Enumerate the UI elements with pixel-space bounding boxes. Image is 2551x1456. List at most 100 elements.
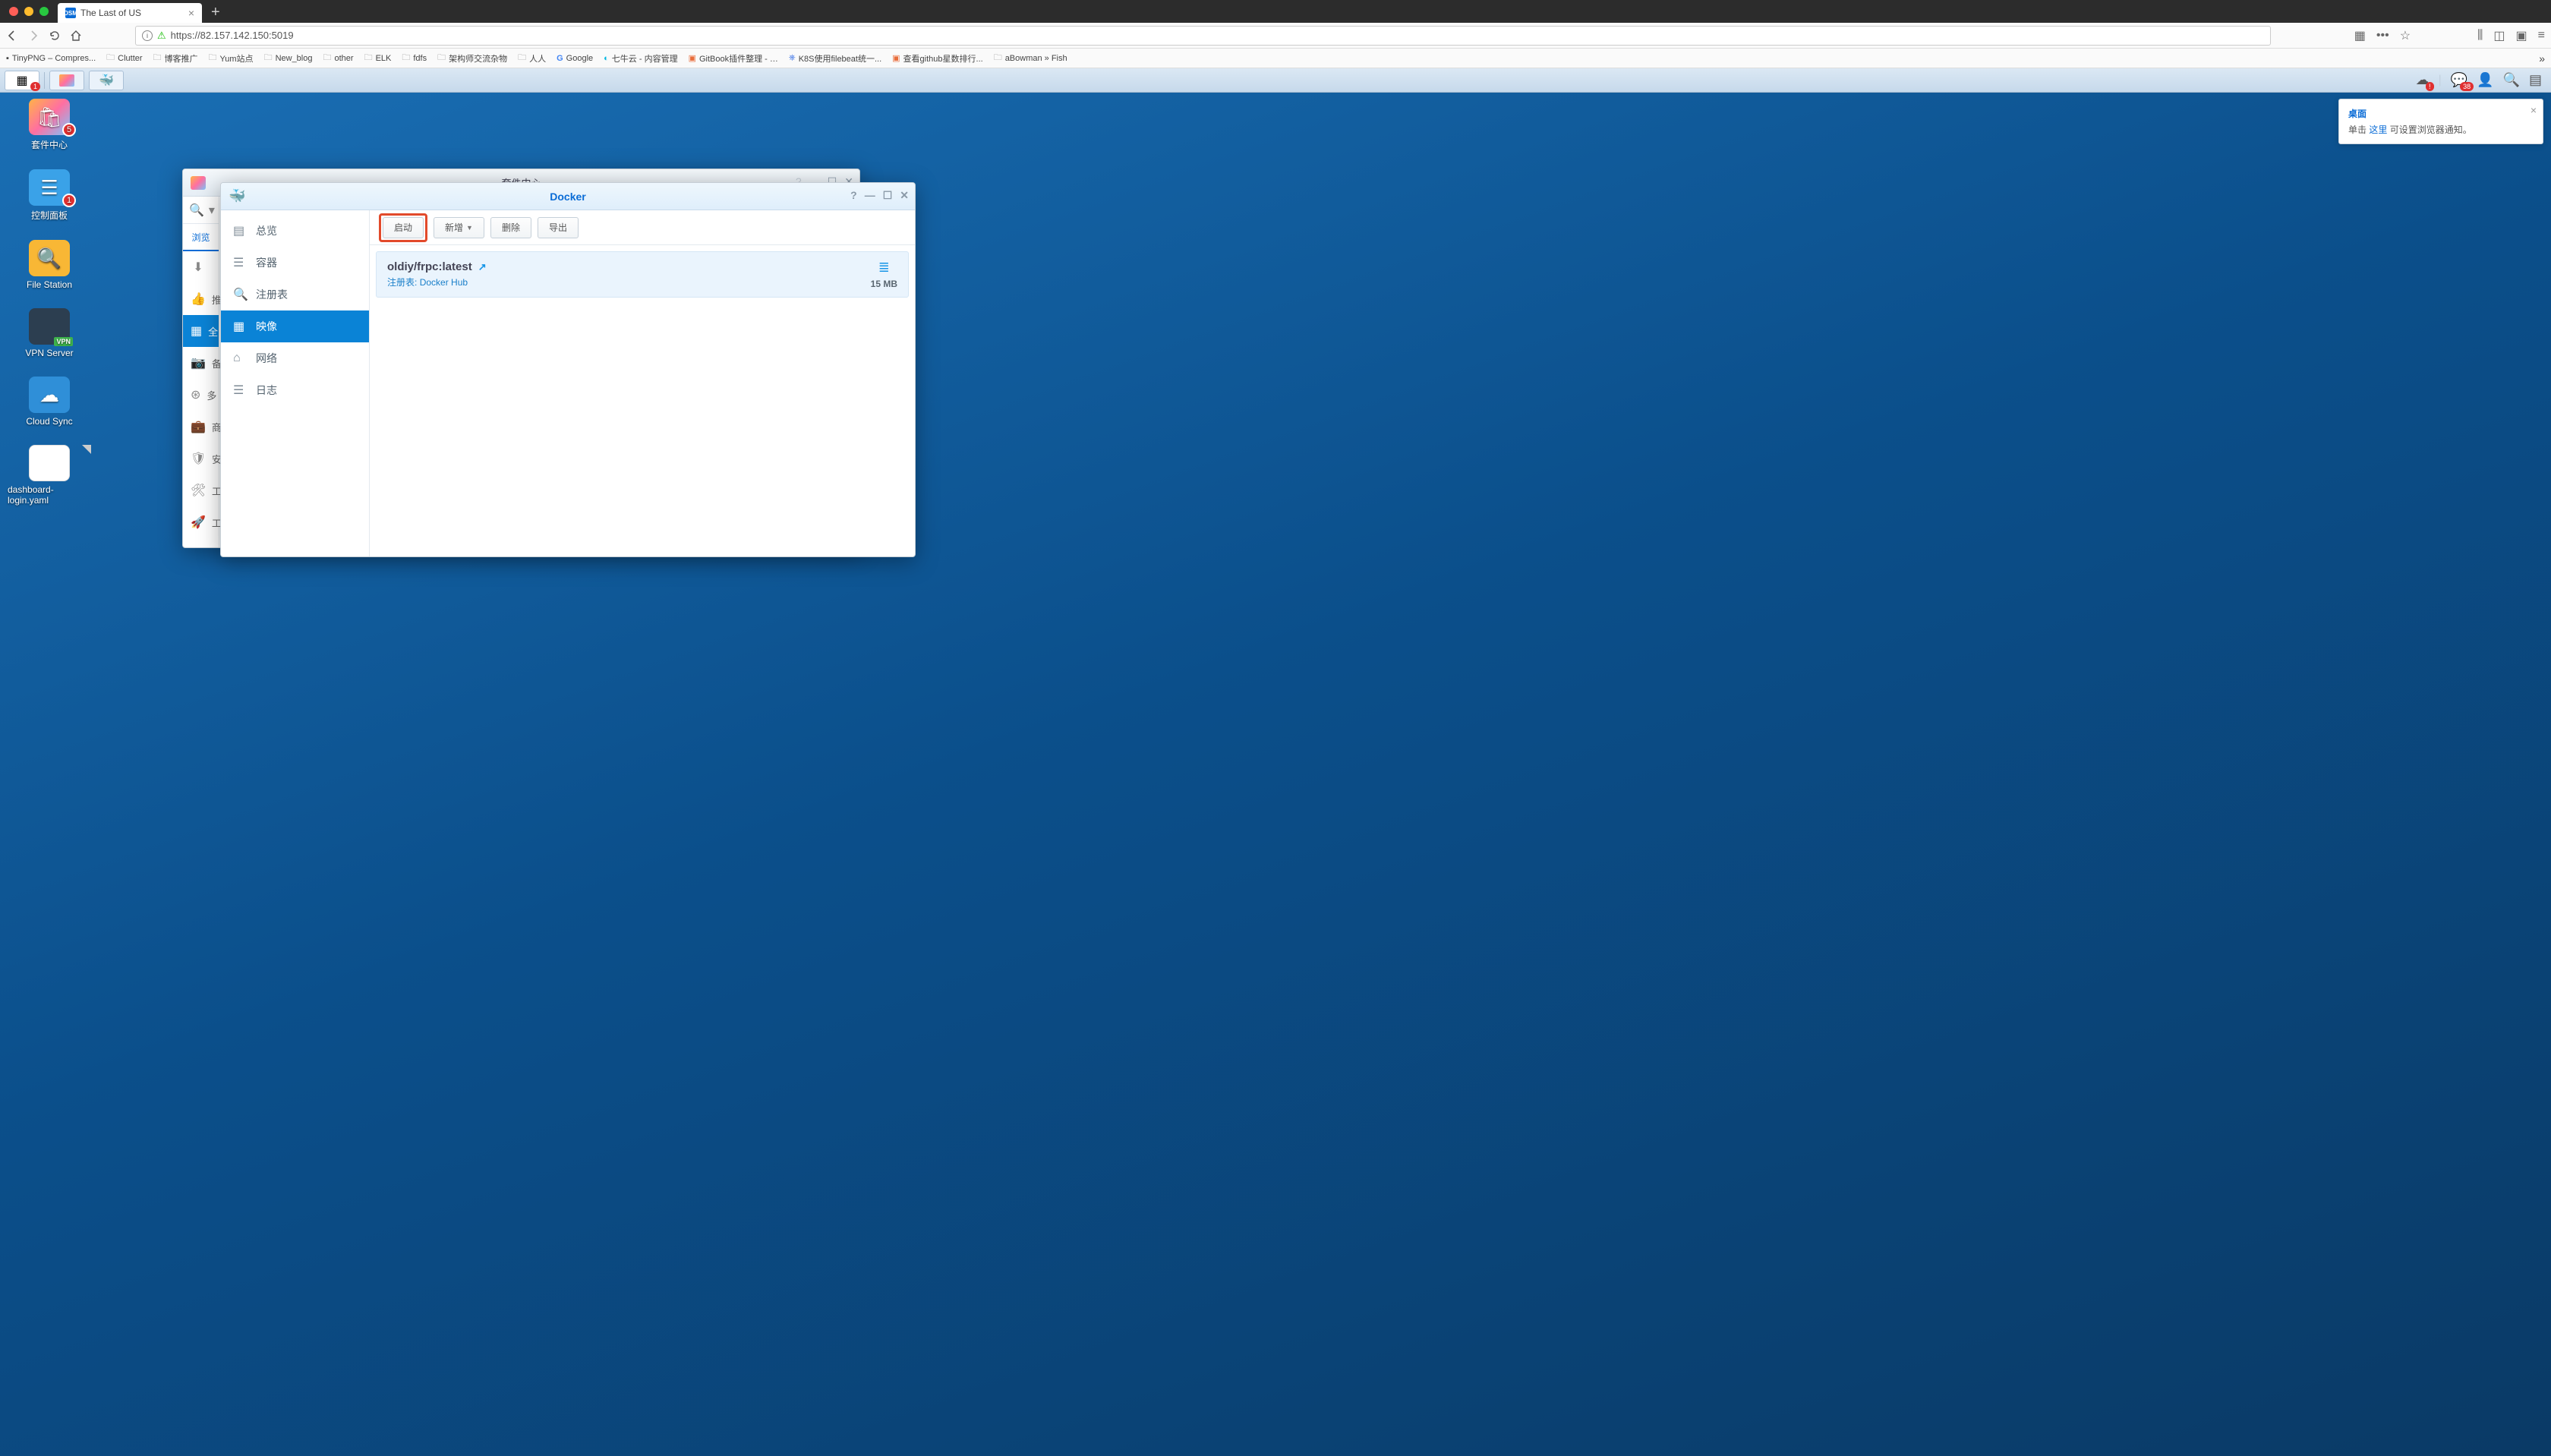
browser-tab[interactable]: DSM The Last of US × [58, 3, 202, 23]
desktop-icon-file-station[interactable]: 🔍 File Station [8, 240, 91, 290]
icon-label: Cloud Sync [26, 416, 72, 427]
delete-button[interactable]: 删除 [490, 217, 531, 238]
qr-icon[interactable]: ▦ [2354, 28, 2366, 43]
bookmark-item[interactable]: 🗀other [323, 51, 353, 65]
image-row[interactable]: oldiy/frpc:latest ↗ 注册表: Docker Hub ≣ [376, 251, 909, 298]
bookmark-item[interactable]: ◐七牛云 - 内容管理 [604, 52, 677, 65]
widgets-icon[interactable]: ▤ [2529, 72, 2542, 88]
forward-icon[interactable] [27, 30, 39, 42]
category-security[interactable]: 🛡安 [183, 443, 219, 474]
desktop-icon-file[interactable]: dashboard-login.yaml [8, 445, 91, 506]
icon-label: 控制面板 [31, 209, 68, 222]
desktop-icon-cloud-sync[interactable]: ☁ Cloud Sync [8, 377, 91, 427]
category-download[interactable]: ⬇ [183, 251, 219, 283]
external-link-icon[interactable]: ↗ [478, 261, 487, 273]
user-icon[interactable]: 👤 [2477, 72, 2493, 88]
bookmark-item[interactable]: ▪TinyPNG – Compres... [6, 54, 96, 63]
window-traffic-lights [5, 7, 53, 16]
category-multimedia[interactable]: ⊛多 [183, 379, 219, 411]
library-icon[interactable]: ⫼ [2477, 29, 2483, 43]
cloud-alert-icon[interactable]: ☁! [2416, 72, 2430, 88]
notif-text: 单击 [2348, 124, 2369, 135]
category-utilities[interactable]: 🛠工 [183, 474, 219, 506]
desktop-icon-control-panel[interactable]: ☰ 1 控制面板 [8, 169, 91, 222]
address-bar[interactable]: i ⚠ https://82.157.142.150:5019 [135, 26, 2271, 46]
window-minimize-icon[interactable]: — [865, 189, 875, 202]
desktop-notification: × 桌面 单击 这里 可设置浏览器通知。 [2338, 99, 2543, 144]
extensions-icon[interactable]: ▣ [2516, 28, 2527, 43]
back-icon[interactable] [6, 30, 18, 42]
sidebar-item-image[interactable]: ▦ 映像 [221, 310, 369, 342]
new-tab-button[interactable]: + [207, 4, 225, 21]
category-backup[interactable]: 📷备 [183, 347, 219, 379]
window-close-icon[interactable]: ✕ [900, 189, 909, 202]
export-button[interactable]: 导出 [538, 217, 579, 238]
desktop-icon-vpn-server[interactable]: VPN VPN Server [8, 308, 91, 358]
add-button[interactable]: 新增 ▼ [434, 217, 484, 238]
search-icon[interactable]: 🔍 [2503, 72, 2520, 88]
sidebar-icon[interactable]: ◫ [2493, 28, 2505, 43]
taskbar-app-package[interactable] [49, 71, 84, 90]
bookmark-item[interactable]: ⎈K8S使用filebeat统一... [789, 52, 881, 65]
sidebar-item-network[interactable]: ⌂ 网络 [221, 342, 369, 374]
bookmark-item[interactable]: 🗀aBowman » Fish [994, 51, 1067, 65]
window-maximize-icon[interactable]: ☐ [883, 189, 893, 202]
bookmark-item[interactable]: 🗀fdfs [402, 51, 427, 65]
bookmark-label: aBowman » Fish [1005, 54, 1067, 63]
home-icon[interactable] [70, 30, 82, 42]
category-recommend[interactable]: 👍推 [183, 283, 219, 315]
media-icon: ⊛ [191, 387, 200, 402]
folder-icon: 🗀 [264, 51, 273, 65]
taskbar-app-docker[interactable]: 🐳 [89, 71, 124, 90]
bookmark-item[interactable]: 🗀Clutter [106, 51, 142, 65]
badge: 5 [62, 123, 76, 137]
reload-icon[interactable] [49, 30, 61, 42]
category-all[interactable]: ▦全 [183, 315, 219, 347]
window-help-icon[interactable]: ? [850, 189, 857, 202]
desktop-icon-package-center[interactable]: 🛍 5 套件中心 [8, 99, 91, 151]
package-search[interactable]: 🔍▾ [183, 197, 219, 224]
menu-icon[interactable]: ≡ [2538, 29, 2545, 43]
close-icon[interactable]: × [2531, 104, 2537, 116]
site-info-icon[interactable]: i [142, 30, 153, 41]
sidebar-item-label: 注册表 [256, 287, 288, 302]
shield-icon: 🛡 [191, 451, 206, 466]
folder-icon: 🗀 [518, 51, 526, 65]
page-actions-icon[interactable]: ••• [2376, 29, 2389, 43]
tab-close-icon[interactable]: × [188, 7, 194, 19]
tab-browse[interactable]: 浏览 [183, 224, 219, 251]
chat-icon[interactable]: 💬38 [2451, 72, 2467, 88]
bookmarks-overflow-icon[interactable]: » [2539, 52, 2545, 65]
folder-icon: 🗀 [402, 51, 410, 65]
registry-link[interactable]: Docker Hub [420, 277, 468, 288]
bookmark-item[interactable]: 🗀人人 [518, 51, 546, 65]
window-zoom-dot[interactable] [39, 7, 49, 16]
bookmark-star-icon[interactable]: ☆ [2400, 28, 2411, 43]
bookmark-item[interactable]: ▣查看github星数排行... [892, 52, 983, 65]
notification-link[interactable]: 这里 [2369, 124, 2387, 135]
notification-title: 桌面 [2348, 107, 2534, 120]
window-titlebar[interactable]: 🐳 Docker ? — ☐ ✕ [221, 183, 915, 210]
bookmark-label: TinyPNG – Compres... [12, 54, 96, 63]
bookmark-item[interactable]: 🗀博客推广 [153, 51, 198, 65]
window-minimize-dot[interactable] [24, 7, 33, 16]
bookmark-item[interactable]: 🗀ELK [364, 51, 392, 65]
bookmark-item[interactable]: 🗀架构师交流杂物 [437, 51, 507, 65]
category-business[interactable]: 💼商 [183, 411, 219, 443]
image-size: 15 MB [871, 279, 897, 289]
bookmark-item[interactable]: ▣GitBook插件整理 - … [689, 52, 778, 65]
sidebar-item-overview[interactable]: ▤ 总览 [221, 215, 369, 247]
image-name-text: oldiy/frpc:latest [387, 260, 472, 273]
start-button[interactable]: 启动 [383, 217, 424, 238]
bookmark-item[interactable]: GGoogle [557, 54, 593, 63]
category-dev[interactable]: 🚀工 [183, 506, 219, 538]
taskbar-main-menu[interactable]: ▦ 1 [5, 71, 39, 90]
bookmark-label: 查看github星数排行... [903, 52, 983, 65]
sidebar-item-container[interactable]: ☰ 容器 [221, 247, 369, 279]
bookmark-item[interactable]: 🗀Yum站点 [209, 51, 254, 65]
window-close-dot[interactable] [9, 7, 18, 16]
sidebar-item-log[interactable]: ☰ 日志 [221, 374, 369, 406]
bookmark-item[interactable]: 🗀New_blog [264, 51, 313, 65]
sidebar-item-registry[interactable]: 🔍 注册表 [221, 279, 369, 310]
sidebar-item-label: 日志 [256, 383, 277, 398]
